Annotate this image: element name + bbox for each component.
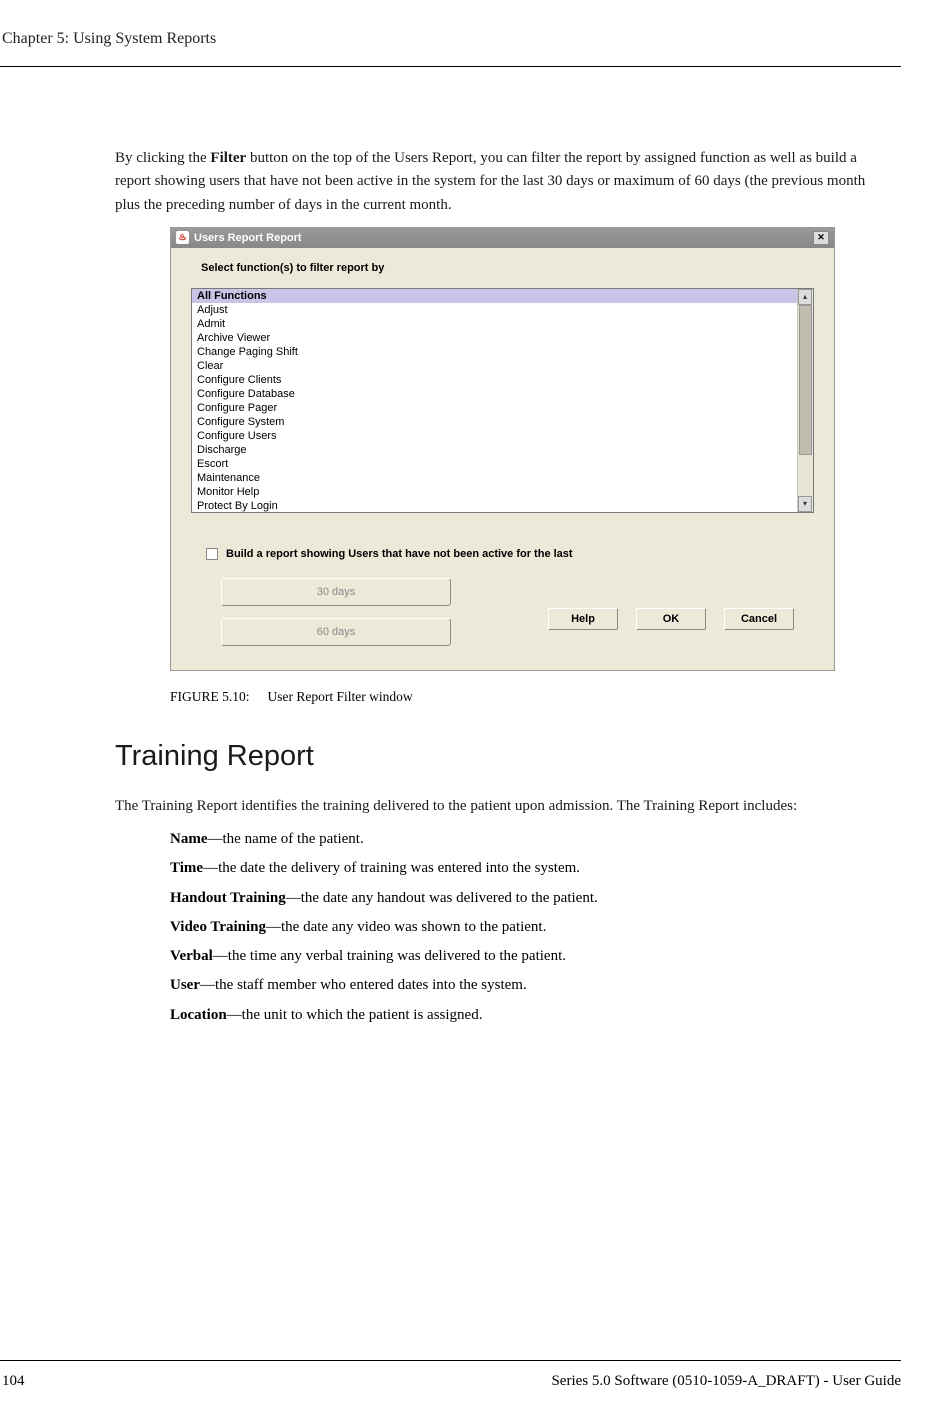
defn-item: Location—the unit to which the patient i… [170, 1004, 876, 1027]
defn-desc: —the date the delivery of training was e… [203, 860, 580, 876]
cancel-button[interactable]: Cancel [724, 608, 794, 630]
list-item[interactable]: Clear [192, 359, 797, 373]
filter-label: Select function(s) to filter report by [201, 262, 814, 274]
scroll-thumb[interactable] [799, 305, 812, 455]
help-button[interactable]: Help [548, 608, 618, 630]
intro-prefix: By clicking the [115, 150, 210, 166]
dialog-titlebar: ♨ Users Report Report ✕ [171, 228, 834, 248]
defn-item: User—the staff member who entered dates … [170, 974, 876, 997]
listbox-items: All Functions Adjust Admit Archive Viewe… [192, 289, 797, 512]
list-item[interactable]: Maintenance [192, 471, 797, 485]
sixty-days-button[interactable]: 60 days [221, 618, 451, 646]
dialog-body: Select function(s) to filter report by A… [171, 248, 834, 670]
ok-button[interactable]: OK [636, 608, 706, 630]
figure-caption: FIGURE 5.10: User Report Filter window [170, 689, 876, 705]
defn-item: Video Training—the date any video was sh… [170, 916, 876, 939]
figure-text: User Report Filter window [268, 689, 413, 704]
inactive-checkbox[interactable] [206, 548, 218, 560]
defn-item: Verbal—the time any verbal training was … [170, 945, 876, 968]
page-footer: 104 Series 5.0 Software (0510-1059-A_DRA… [0, 1360, 901, 1390]
defn-item: Handout Training—the date any handout wa… [170, 887, 876, 910]
list-item[interactable]: All Functions [192, 289, 797, 303]
scroll-down-icon[interactable]: ▾ [798, 496, 812, 512]
defn-term: Time [170, 860, 203, 876]
thirty-days-button[interactable]: 30 days [221, 578, 451, 606]
scrollbar[interactable]: ▴ ▾ [797, 289, 813, 512]
list-item[interactable]: Configure Pager [192, 401, 797, 415]
inactive-checkbox-label: Build a report showing Users that have n… [226, 548, 573, 560]
defn-term: Location [170, 1007, 227, 1023]
defn-desc: —the staff member who entered dates into… [200, 977, 527, 993]
defn-term: User [170, 977, 200, 993]
dialog-title: Users Report Report [194, 232, 302, 244]
defn-desc: —the time any verbal training was delive… [213, 948, 566, 964]
defn-desc: —the name of the patient. [208, 831, 364, 847]
users-report-dialog: ♨ Users Report Report ✕ Select function(… [170, 227, 835, 671]
days-buttons: 30 days 60 days [221, 578, 451, 646]
defn-desc: —the unit to which the patient is assign… [227, 1007, 483, 1023]
dialog-bottom-row: 30 days 60 days Help OK Cancel [191, 578, 814, 656]
defn-desc: —the date any handout was delivered to t… [286, 890, 598, 906]
java-icon: ♨ [176, 231, 189, 244]
inactive-checkbox-row: Build a report showing Users that have n… [206, 548, 814, 560]
list-item[interactable]: Configure Users [192, 429, 797, 443]
list-item[interactable]: Change Paging Shift [192, 345, 797, 359]
scroll-up-icon[interactable]: ▴ [798, 289, 812, 305]
list-item[interactable]: Archive Viewer [192, 331, 797, 345]
list-item[interactable]: Protect By Login [192, 499, 797, 512]
definition-list: Name—the name of the patient. Time—the d… [115, 828, 876, 1027]
intro-paragraph: By clicking the Filter button on the top… [115, 147, 876, 217]
training-intro: The Training Report identifies the train… [115, 795, 876, 818]
close-icon[interactable]: ✕ [813, 231, 829, 245]
list-item[interactable]: Configure Clients [192, 373, 797, 387]
function-listbox[interactable]: All Functions Adjust Admit Archive Viewe… [191, 288, 814, 513]
training-report-heading: Training Report [115, 740, 876, 773]
titlebar-left: ♨ Users Report Report [176, 231, 302, 244]
list-item[interactable]: Admit [192, 317, 797, 331]
defn-term: Name [170, 831, 208, 847]
page-header: Chapter 5: Using System Reports [0, 30, 901, 67]
list-item[interactable]: Adjust [192, 303, 797, 317]
defn-term: Handout Training [170, 890, 286, 906]
list-item[interactable]: Escort [192, 457, 797, 471]
defn-desc: —the date any video was shown to the pat… [266, 919, 546, 935]
intro-bold: Filter [210, 150, 246, 166]
action-buttons: Help OK Cancel [548, 608, 794, 630]
list-item[interactable]: Configure Database [192, 387, 797, 401]
page-content: By clicking the Filter button on the top… [0, 147, 901, 1027]
list-item[interactable]: Monitor Help [192, 485, 797, 499]
defn-item: Name—the name of the patient. [170, 828, 876, 851]
defn-item: Time—the date the delivery of training w… [170, 857, 876, 880]
footer-doc-title: Series 5.0 Software (0510-1059-A_DRAFT) … [551, 1373, 901, 1390]
defn-term: Verbal [170, 948, 213, 964]
defn-term: Video Training [170, 919, 266, 935]
figure-number: FIGURE 5.10: [170, 689, 250, 704]
page-number: 104 [0, 1373, 25, 1390]
list-item[interactable]: Discharge [192, 443, 797, 457]
list-item[interactable]: Configure System [192, 415, 797, 429]
